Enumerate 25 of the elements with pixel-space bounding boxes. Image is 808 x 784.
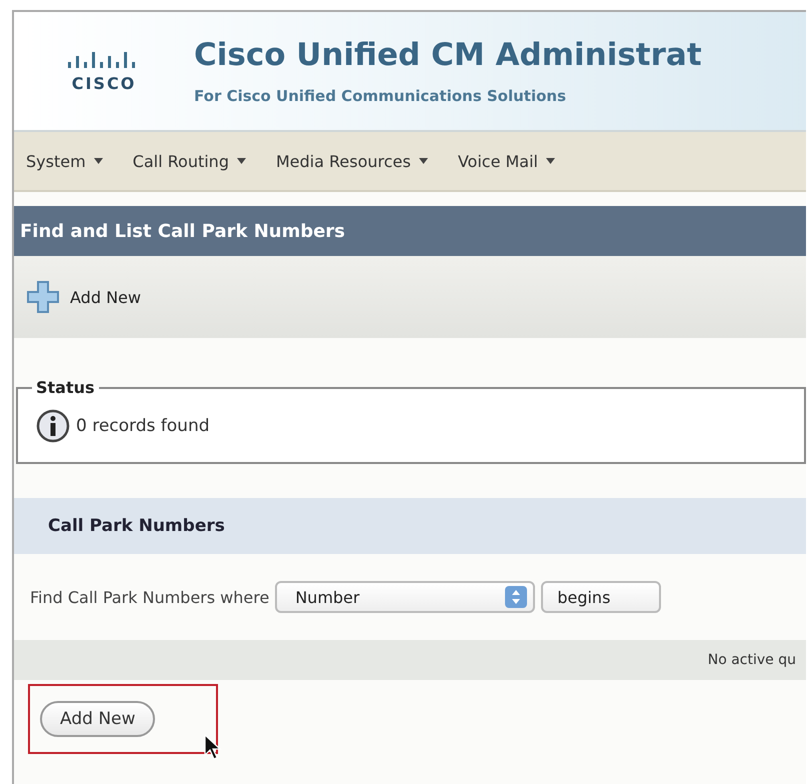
- caret-icon: [418, 158, 428, 164]
- app-title: Cisco Unified CM Administrat: [194, 37, 702, 73]
- caret-icon: [94, 158, 103, 164]
- operator-select[interactable]: begins: [541, 581, 662, 613]
- caret-icon: [236, 158, 246, 164]
- find-label: Find Call Park Numbers where: [30, 588, 270, 606]
- menu-item[interactable]: System: [26, 152, 103, 170]
- menu-item[interactable]: Call Routing: [132, 152, 246, 170]
- query-note: No active qu: [708, 652, 796, 668]
- status-legend: Status: [32, 378, 99, 397]
- caret-icon: [546, 158, 555, 164]
- logo-text: CISCO: [72, 74, 136, 92]
- status-message: 0 records found: [76, 416, 210, 436]
- page-title: Find and List Call Park Numbers: [20, 220, 346, 242]
- add-new-link[interactable]: Add New: [26, 280, 141, 314]
- app-subtitle: For Cisco Unified Communications Solutions: [194, 87, 567, 105]
- pointer-cursor-icon: [204, 734, 222, 760]
- add-new-button[interactable]: Add New: [40, 701, 156, 737]
- menu-item[interactable]: Voice Mail: [458, 152, 555, 170]
- info-icon: [36, 409, 70, 443]
- plus-icon: [26, 280, 60, 314]
- field-select[interactable]: Number: [275, 581, 536, 613]
- select-arrows-icon: [505, 586, 528, 608]
- menu-item[interactable]: Media Resources: [276, 152, 428, 170]
- section-title: Call Park Numbers: [48, 516, 225, 536]
